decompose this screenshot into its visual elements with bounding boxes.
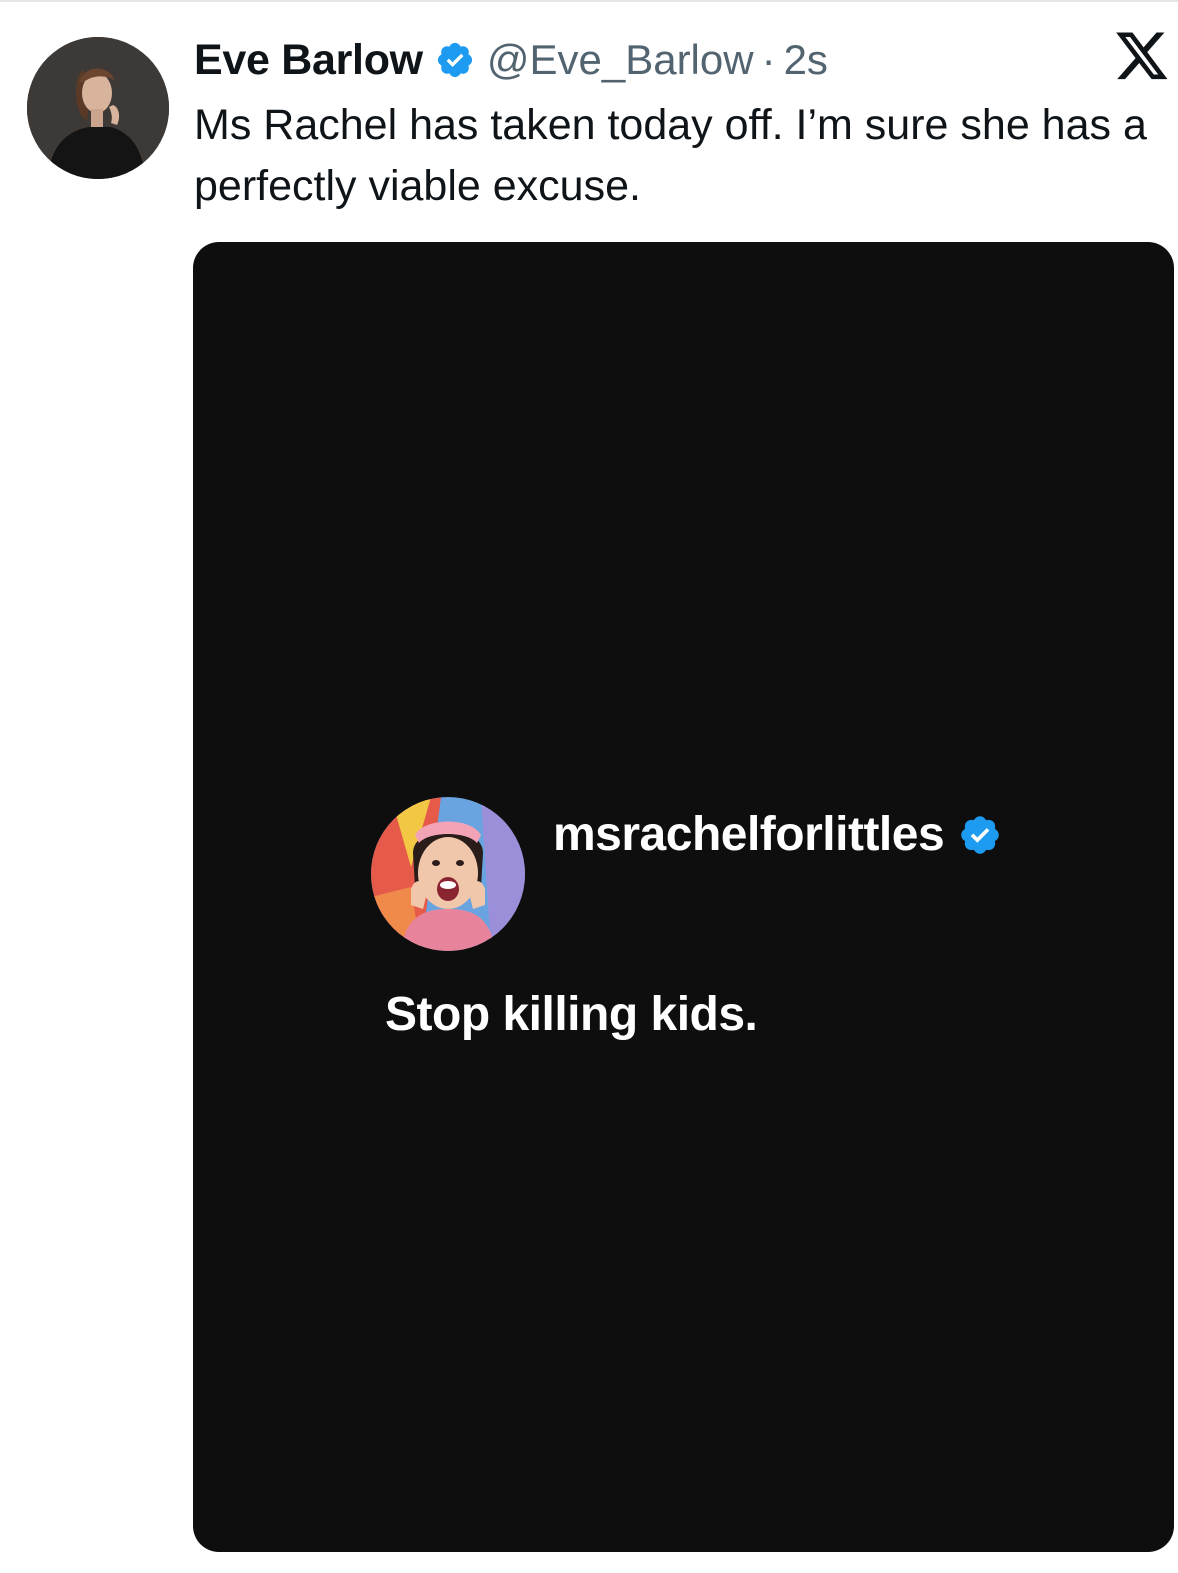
embedded-username-text: msrachelforlittles [553,808,945,861]
embedded-post-username: msrachelforlittles [553,807,1002,862]
author-avatar[interactable] [27,37,169,179]
tweet-text: Ms Rachel has taken today off. I’m sure … [194,101,1147,210]
tweet-media[interactable]: msrachelforlittles Stop killing kids. [193,242,1174,1552]
tweet-card: Eve Barlow @Eve_Barlow · 2s Ms Rachel ha… [0,0,1178,1573]
tweet-header: Eve Barlow @Eve_Barlow · 2s [194,28,828,92]
embedded-post-avatar [371,797,525,951]
author-display-name[interactable]: Eve Barlow [194,36,423,85]
x-logo-icon [1114,30,1170,84]
verified-check-icon [435,40,475,80]
embedded-post-text: Stop killing kids. [385,988,758,1041]
timestamp[interactable]: 2s [784,36,828,84]
divider [0,0,1178,2]
author-avatar-image [27,37,169,179]
author-handle[interactable]: @Eve_Barlow [487,36,754,84]
verified-check-icon [958,813,1002,857]
separator-dot: · [761,36,776,83]
